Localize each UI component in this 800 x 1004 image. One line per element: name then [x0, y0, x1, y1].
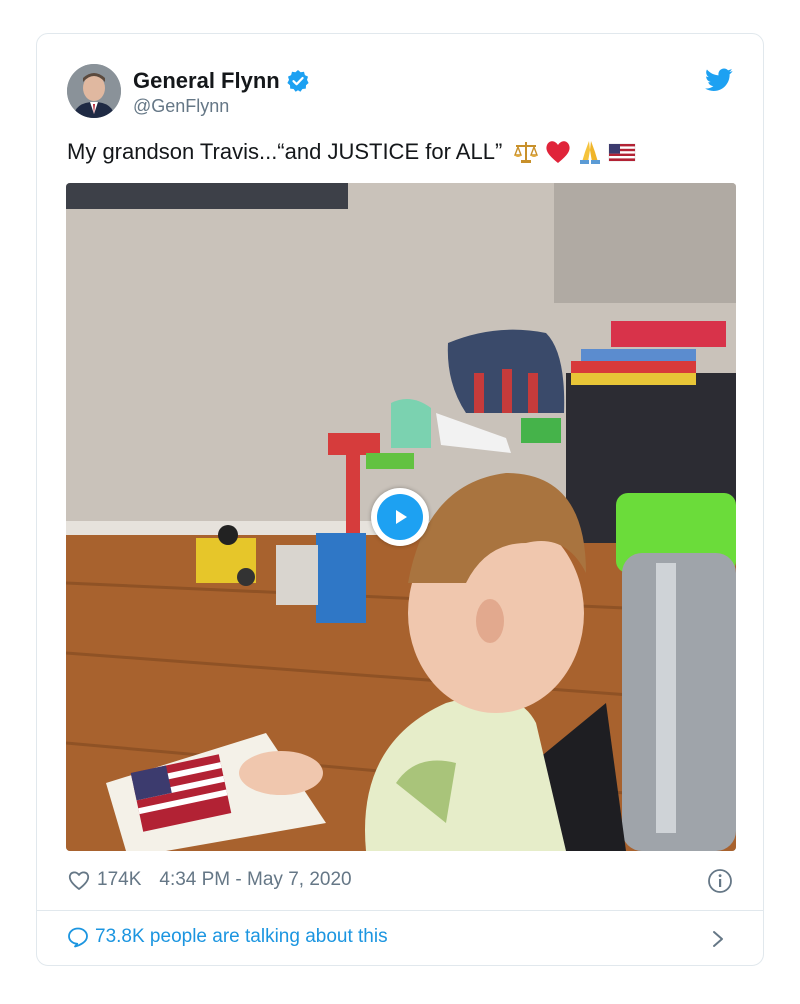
talking-count[interactable]: 73.8K people are talking about this: [95, 926, 388, 948]
play-icon: [377, 494, 423, 540]
verified-badge-icon: [287, 70, 309, 92]
twitter-bird-icon[interactable]: [705, 68, 733, 92]
conversation-link[interactable]: 73.8K people are talking about this: [67, 926, 388, 948]
scales-icon: [514, 142, 539, 163]
play-button[interactable]: [371, 488, 429, 546]
like-count: 174K: [97, 869, 142, 890]
divider: [37, 910, 763, 911]
chevron-right-icon[interactable]: [709, 928, 727, 950]
tweet-card[interactable]: General Flynn @GenFlynn My grandson Trav…: [36, 33, 764, 966]
heart-icon: [546, 141, 570, 163]
handle[interactable]: @GenFlynn: [133, 96, 229, 117]
speech-bubble-icon: [68, 927, 88, 948]
tweet-text: My grandson Travis...“and JUSTICE for AL…: [67, 138, 636, 166]
info-icon[interactable]: [707, 868, 733, 894]
praying-hands-icon: [580, 141, 601, 164]
timestamp[interactable]: 4:34 PM - May 7, 2020: [159, 869, 351, 891]
us-flag-icon: [609, 143, 636, 162]
like-heart-icon[interactable]: [67, 868, 91, 892]
avatar[interactable]: [67, 64, 121, 118]
video-player[interactable]: [66, 183, 736, 851]
tweet-text-body: My grandson Travis...“and JUSTICE for AL…: [67, 139, 503, 164]
display-name[interactable]: General Flynn: [133, 68, 280, 94]
